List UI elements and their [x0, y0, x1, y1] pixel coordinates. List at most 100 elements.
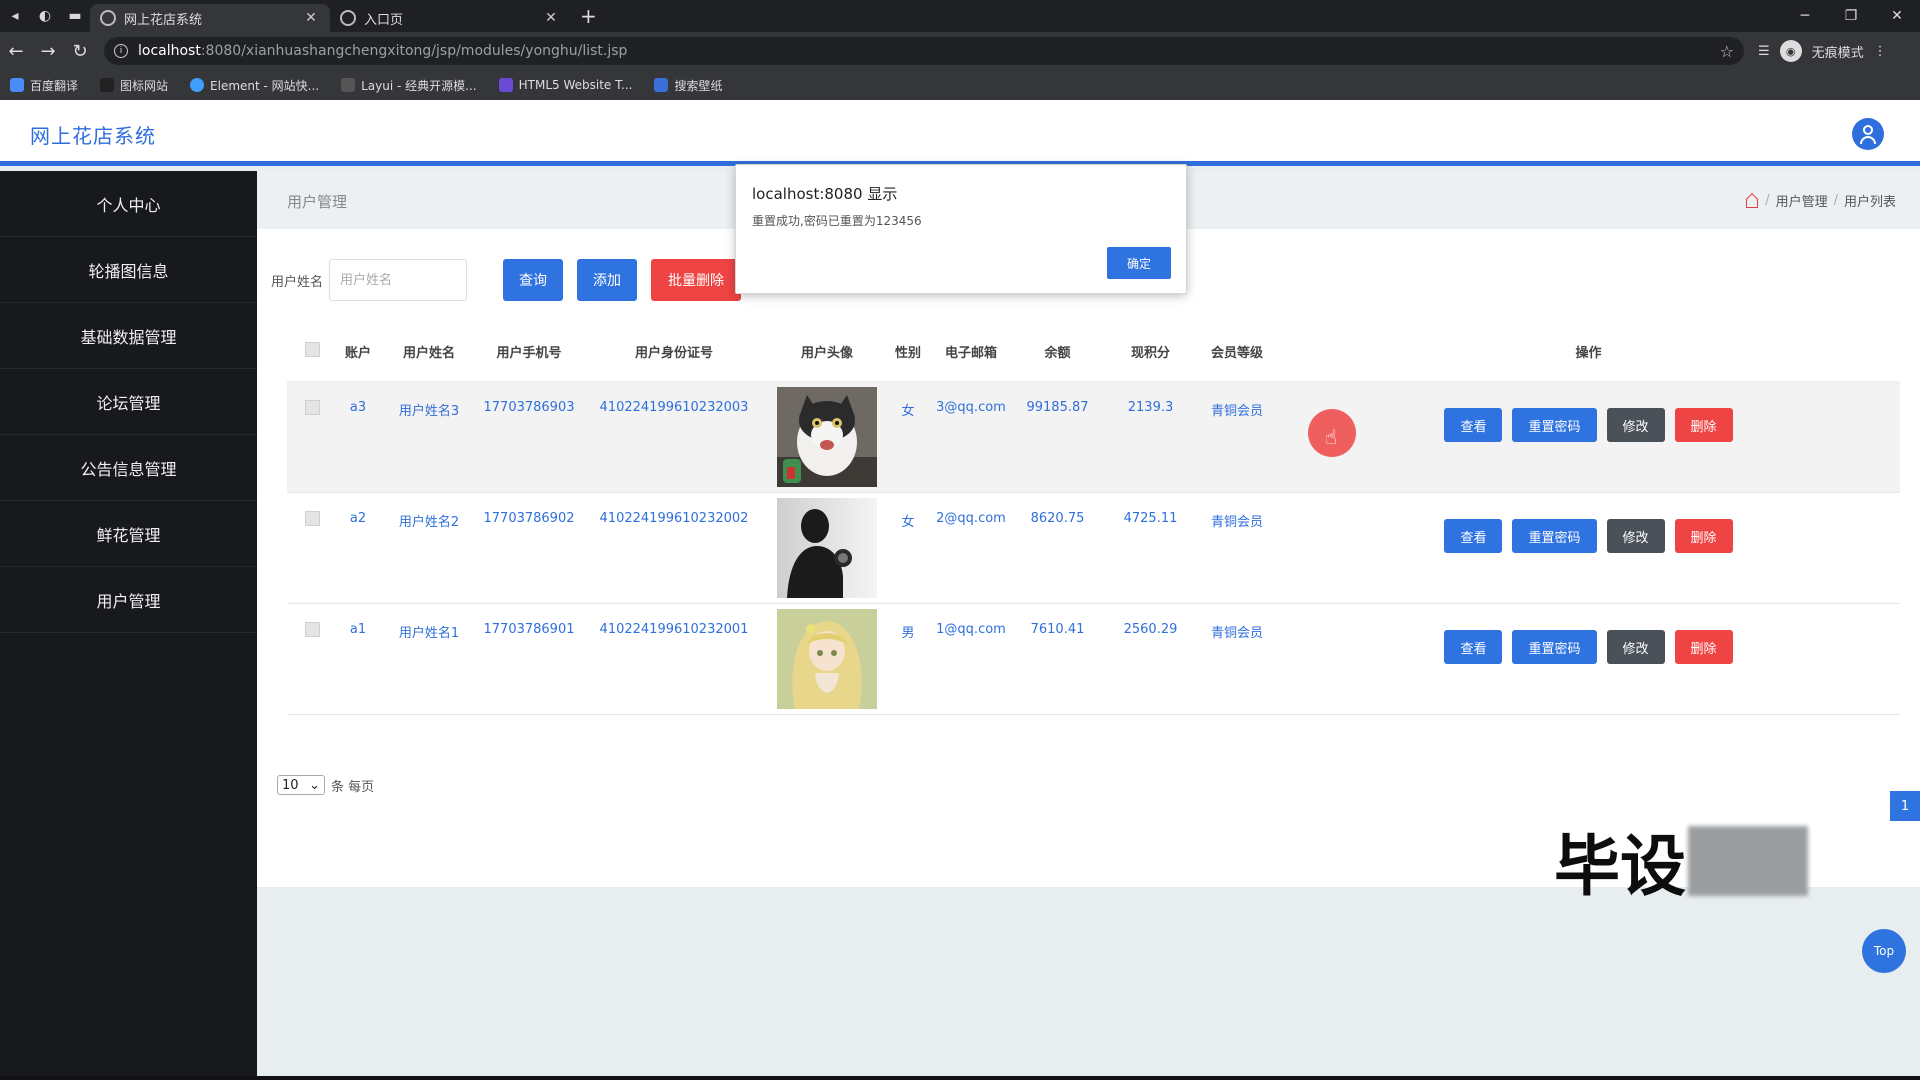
page: 网上花店系统 个人中心 轮播图信息 基础数据管理 论坛管理 公告信息管理 鲜花管…	[0, 100, 1920, 1076]
avatar-cell	[769, 604, 885, 713]
column-header: 电子邮箱	[944, 346, 997, 361]
reset-password-button[interactable]: 重置密码	[1512, 630, 1597, 664]
delete-button[interactable]: 删除	[1674, 630, 1733, 664]
edit-button[interactable]: 修改	[1606, 519, 1665, 553]
back-to-top-button[interactable]: Top	[1862, 929, 1906, 973]
minimize-icon[interactable]: ─	[1782, 8, 1828, 24]
id-number-cell: 410224199610232002	[599, 511, 749, 526]
silhouette-avatar-image[interactable]	[777, 498, 877, 598]
column-header: 用户头像	[800, 346, 853, 361]
url-host: localhost	[138, 43, 201, 59]
tab-close-icon[interactable]: ✕	[542, 10, 560, 26]
level-cell: 青铜会员	[1210, 515, 1263, 530]
account-cell: a2	[349, 511, 367, 526]
sidebar-item-forum[interactable]: 论坛管理	[0, 369, 257, 435]
new-tab-icon[interactable]: +	[570, 4, 607, 28]
breadcrumb-item[interactable]: 用户管理	[1776, 191, 1828, 210]
select-all-cell	[287, 342, 337, 361]
alert-title: localhost:8080 显示	[752, 185, 898, 203]
tab-flower-shop[interactable]: 网上花店系统 ✕	[90, 4, 330, 32]
url-field[interactable]: i localhost:8080/xianhuashangchengxitong…	[104, 37, 1744, 65]
home-icon[interactable]	[1745, 195, 1759, 208]
page-number-button[interactable]: 1	[1890, 791, 1920, 821]
bookmark-item[interactable]: Element - 网站快...	[190, 77, 319, 94]
anime-avatar-image[interactable]	[777, 609, 877, 709]
sidebar-item-base-data[interactable]: 基础数据管理	[0, 303, 257, 369]
incognito-label: 无痕模式	[1811, 45, 1864, 61]
watermark-text: 毕设	[1554, 828, 1686, 905]
actions-cell: 查看 重置密码 修改 删除	[1277, 493, 1900, 553]
browser-logo-icon[interactable]: ◐	[30, 0, 60, 32]
view-button[interactable]: 查看	[1444, 408, 1503, 442]
user-avatar-icon[interactable]	[1852, 118, 1884, 150]
bookmark-item[interactable]: 搜索壁纸	[654, 77, 722, 94]
sex-cell: 女	[901, 404, 915, 419]
reload-icon[interactable]: ↻	[64, 41, 96, 62]
balance-cell: 7610.41	[1030, 622, 1085, 637]
tab-title: 入口页	[364, 12, 404, 28]
browser-tab-bar: ◂ ◐ ▬ 网上花店系统 ✕ 入口页 ✕ + ─ ❐ ✕	[0, 0, 1920, 32]
site-info-icon[interactable]: i	[114, 44, 128, 58]
tab-entry-page[interactable]: 入口页 ✕	[330, 4, 570, 32]
bookmark-item[interactable]: HTML5 Website T...	[498, 78, 632, 92]
browser-toolbar-right: ☰ ◉ 无痕模式 ⋮	[1758, 40, 1887, 62]
sidebar-item-announcements[interactable]: 公告信息管理	[0, 435, 257, 501]
content-panel: 用户姓名 查询 添加 批量删除 账户 用户姓名 用户手机号 用户身份证号 用户头…	[257, 229, 1920, 887]
bookmark-item[interactable]: 图标网站	[100, 77, 168, 94]
sidebar-item-flowers[interactable]: 鲜花管理	[0, 501, 257, 567]
sidebar: 个人中心 轮播图信息 基础数据管理 论坛管理 公告信息管理 鲜花管理 用户管理	[0, 171, 257, 1076]
view-button[interactable]: 查看	[1444, 519, 1503, 553]
tab-audio-icon[interactable]: ◂	[0, 0, 30, 32]
search-bar: 用户姓名 查询 添加 批量删除	[271, 259, 742, 301]
points-cell: 4725.11	[1123, 511, 1178, 526]
phone-cell: 17703786901	[483, 622, 575, 637]
tab-close-icon[interactable]: ✕	[302, 10, 320, 26]
row-checkbox[interactable]	[304, 400, 320, 415]
forward-icon[interactable]: →	[32, 41, 64, 62]
select-all-checkbox[interactable]	[304, 342, 320, 357]
edit-button[interactable]: 修改	[1606, 408, 1665, 442]
browser-address-bar: ← → ↻ i localhost:8080/xianhuashangcheng…	[0, 32, 1920, 70]
bookmark-item[interactable]: 百度翻译	[10, 77, 78, 94]
reset-password-button[interactable]: 重置密码	[1512, 519, 1597, 553]
points-cell: 2139.3	[1127, 400, 1174, 415]
back-icon[interactable]: ←	[0, 41, 32, 62]
reading-list-icon[interactable]: ☰	[1758, 44, 1770, 59]
sidebar-item-personal-center[interactable]: 个人中心	[0, 171, 257, 237]
restore-icon[interactable]: ❐	[1828, 8, 1874, 24]
row-checkbox[interactable]	[304, 511, 320, 526]
column-header: 用户身份证号	[634, 346, 713, 361]
id-number-cell: 410224199610232001	[599, 622, 749, 637]
sex-cell: 男	[901, 626, 915, 641]
menu-dots-icon[interactable]: ⋮	[1874, 44, 1887, 59]
sidebar-item-users[interactable]: 用户管理	[0, 567, 257, 633]
bookmark-item[interactable]: Layui - 经典开源模...	[341, 77, 477, 94]
balance-cell: 99185.87	[1026, 400, 1089, 415]
batch-delete-button[interactable]: 批量删除	[651, 259, 742, 301]
phone-cell: 17703786903	[483, 400, 575, 415]
alert-ok-button[interactable]: 确定	[1107, 247, 1171, 279]
delete-button[interactable]: 删除	[1674, 408, 1733, 442]
incognito-icon[interactable]: ◉	[1779, 40, 1802, 62]
close-window-icon[interactable]: ✕	[1874, 8, 1920, 24]
translate-icon	[10, 78, 24, 92]
app-header: 网上花店系统	[0, 100, 1920, 166]
query-button[interactable]: 查询	[503, 259, 564, 301]
reset-password-button[interactable]: 重置密码	[1512, 408, 1597, 442]
add-button[interactable]: 添加	[577, 259, 638, 301]
column-header: 余额	[1044, 346, 1071, 361]
search-input[interactable]	[329, 259, 468, 301]
bookmark-star-icon[interactable]: ☆	[1720, 42, 1734, 61]
tab-overview-icon[interactable]: ▬	[60, 0, 90, 32]
id-number-cell: 410224199610232003	[599, 400, 749, 415]
cat-avatar-image[interactable]	[777, 387, 877, 487]
page-size-select[interactable]: 10 ⌄	[277, 775, 325, 795]
column-header: 用户姓名	[402, 346, 455, 361]
column-header: 用户手机号	[496, 346, 562, 361]
page-title: 用户管理	[287, 193, 348, 211]
view-button[interactable]: 查看	[1444, 630, 1503, 664]
edit-button[interactable]: 修改	[1606, 630, 1665, 664]
delete-button[interactable]: 删除	[1674, 519, 1733, 553]
sidebar-item-carousel[interactable]: 轮播图信息	[0, 237, 257, 303]
row-checkbox[interactable]	[304, 622, 320, 637]
